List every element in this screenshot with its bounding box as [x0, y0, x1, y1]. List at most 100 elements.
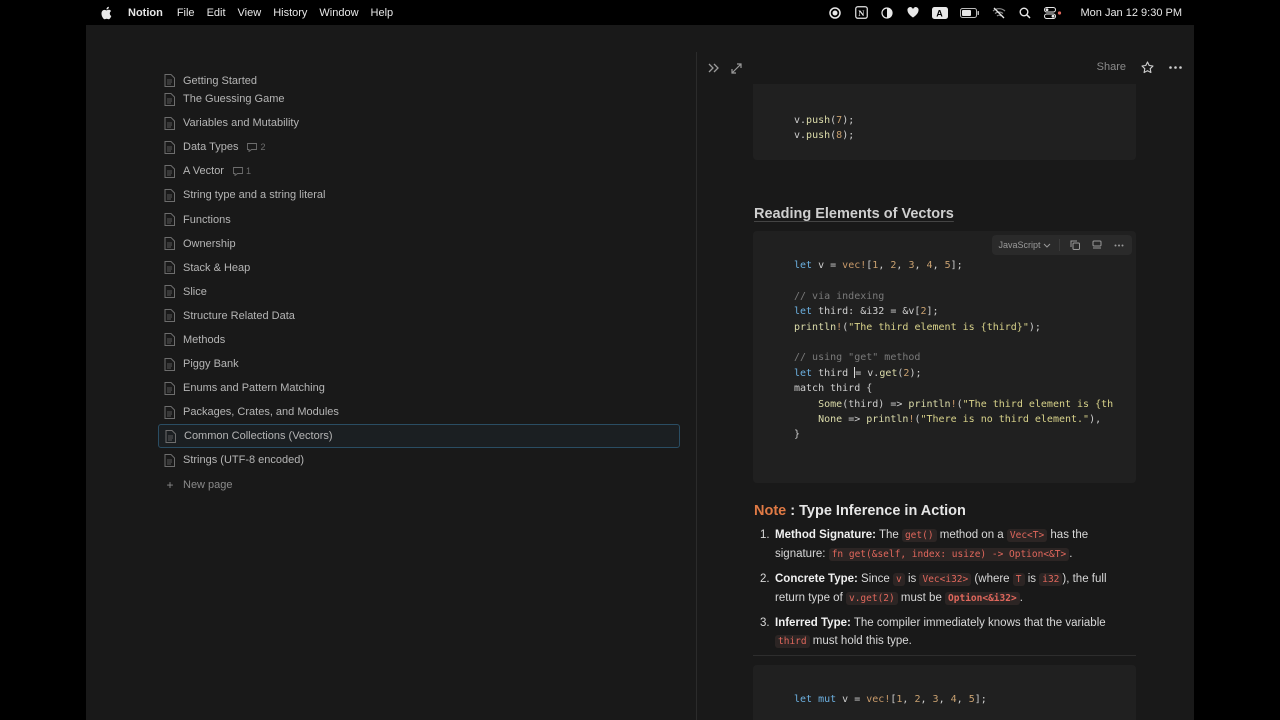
- menu-clock[interactable]: Mon Jan 12 9:30 PM: [1080, 7, 1182, 19]
- caption-icon[interactable]: [1090, 238, 1104, 252]
- apple-icon[interactable]: [100, 6, 114, 20]
- page-row[interactable]: A Vector 1: [158, 159, 680, 183]
- share-button[interactable]: Share: [1097, 61, 1126, 73]
- comment-count[interactable]: 1: [233, 166, 251, 176]
- page-icon: [164, 309, 176, 323]
- page-row[interactable]: Data Types 2: [158, 135, 680, 159]
- page-icon: [164, 92, 176, 106]
- page-row[interactable]: Methods: [158, 328, 680, 352]
- inline-code: fn get(&self, index: usize) -> Option<&T…: [828, 548, 1070, 561]
- page-row[interactable]: Variables and Mutability: [158, 111, 680, 135]
- section-heading[interactable]: Reading Elements of Vectors: [754, 206, 954, 222]
- page-label: The Guessing Game: [183, 93, 285, 106]
- note-accent: Note: [754, 503, 787, 519]
- page-icon: [164, 381, 176, 395]
- divider-line: [753, 655, 1136, 656]
- notion-icon[interactable]: N: [854, 6, 868, 20]
- page-row[interactable]: Getting Started: [158, 73, 680, 87]
- search-icon[interactable]: [1018, 6, 1032, 20]
- heart-icon[interactable]: [906, 6, 920, 20]
- toolbar-separator: [1059, 239, 1060, 251]
- page-row[interactable]: Enums and Pattern Matching: [158, 376, 680, 400]
- chevron-down-icon: [1043, 243, 1051, 248]
- menu-help[interactable]: Help: [371, 7, 394, 19]
- list-item[interactable]: 2. Concrete Type: Since v is Vec<i32> (w…: [760, 570, 1138, 608]
- list-item[interactable]: 1. Method Signature: The get() method on…: [760, 526, 1138, 564]
- more-icon[interactable]: [1112, 238, 1126, 252]
- page-label: Enums and Pattern Matching: [183, 382, 325, 395]
- menu-app-name[interactable]: Notion: [128, 7, 163, 19]
- menu-file[interactable]: File: [177, 7, 195, 19]
- menu-view[interactable]: View: [238, 7, 262, 19]
- inline-code: v.get(2): [845, 592, 898, 605]
- code-line: }: [794, 429, 801, 441]
- page-row[interactable]: Slice: [158, 280, 680, 304]
- inline-code: i32: [1039, 573, 1063, 586]
- page-row[interactable]: Stack & Heap: [158, 256, 680, 280]
- menu-edit[interactable]: Edit: [207, 7, 226, 19]
- svg-text:A: A: [937, 8, 944, 18]
- plus-icon: +: [166, 477, 174, 492]
- wifi-off-icon[interactable]: [992, 6, 1006, 20]
- inline-code: Vec<i32>: [919, 573, 972, 586]
- menu-window[interactable]: Window: [319, 7, 358, 19]
- more-icon[interactable]: [1168, 60, 1182, 74]
- page-icon: [165, 429, 177, 443]
- peek-panel: Share v.push(7); v.push(8); Reading Elem…: [697, 52, 1194, 720]
- page-icon: [164, 164, 176, 178]
- control-center-icon[interactable]: [1044, 6, 1062, 20]
- input-source-icon[interactable]: A: [932, 6, 949, 20]
- copy-icon[interactable]: [1068, 238, 1082, 252]
- note-heading[interactable]: Note : Type Inference in Action: [754, 503, 966, 519]
- code-toolbar: JavaScript: [992, 235, 1132, 255]
- code-line: let mut v = vec![1, 2, 3, 4, 5];: [794, 694, 987, 705]
- page-icon: [164, 73, 176, 87]
- page-row[interactable]: String type and a string literal: [158, 183, 680, 207]
- page-row[interactable]: The Guessing Game: [158, 87, 680, 111]
- contrast-icon[interactable]: [880, 6, 894, 20]
- svg-text:N: N: [858, 8, 865, 18]
- page-row-active[interactable]: Common Collections (Vectors): [158, 424, 680, 449]
- battery-icon[interactable]: [960, 6, 980, 20]
- page-label: Strings (UTF-8 encoded): [183, 454, 305, 467]
- page-icon: [164, 261, 176, 275]
- page-row[interactable]: Strings (UTF-8 encoded): [158, 448, 680, 472]
- page-label: Functions: [183, 213, 231, 226]
- double-chevron-right-icon[interactable]: [707, 61, 721, 75]
- code-line: v.push(8);: [794, 130, 855, 142]
- code-line: let third: &i32 = &v[2];: [794, 306, 939, 318]
- code-line: println!("The third element is {third}")…: [794, 321, 1041, 333]
- page-list-pane: Getting Started The Guessing Game Variab…: [86, 25, 696, 720]
- page-row[interactable]: Functions: [158, 207, 680, 231]
- page-row[interactable]: Piggy Bank: [158, 352, 680, 376]
- list-item[interactable]: 3. Inferred Type: The compiler immediate…: [760, 614, 1138, 651]
- code-line: let third = v.get(2);: [794, 366, 922, 379]
- page-row[interactable]: Structure Related Data: [158, 304, 680, 328]
- code-line: None => println!("There is no third elem…: [818, 413, 1102, 425]
- page-label: Methods: [183, 333, 226, 346]
- text-cursor: [854, 366, 856, 378]
- page-label: Stack & Heap: [183, 261, 251, 274]
- code-line: // via indexing: [794, 290, 885, 302]
- page-label: Piggy Bank: [183, 358, 239, 371]
- menu-bar: Notion File Edit View History Window Hel…: [0, 0, 1280, 25]
- record-icon[interactable]: [828, 6, 842, 20]
- new-page-button[interactable]: + New page: [158, 473, 680, 497]
- code-line: match third {: [794, 383, 873, 395]
- menu-history[interactable]: History: [273, 7, 307, 19]
- page-icon: [164, 140, 176, 154]
- star-icon[interactable]: [1140, 60, 1154, 74]
- code-block[interactable]: JavaScript let v = vec![1, 2, 3, 4, 5]; …: [753, 231, 1136, 483]
- language-selector[interactable]: JavaScript: [998, 240, 1051, 250]
- page-label: Data Types: [183, 141, 239, 154]
- code-block[interactable]: let mut v = vec![1, 2, 3, 4, 5]; let fir…: [753, 665, 1136, 720]
- page-label: Packages, Crates, and Modules: [183, 406, 339, 419]
- expand-icon[interactable]: [729, 61, 743, 75]
- page-icon: [164, 333, 176, 347]
- page-label: Getting Started: [183, 75, 257, 87]
- comment-count[interactable]: 2: [247, 142, 265, 152]
- inline-code: third: [775, 635, 810, 648]
- inline-code: get(): [901, 529, 937, 542]
- page-row[interactable]: Ownership: [158, 232, 680, 256]
- page-row[interactable]: Packages, Crates, and Modules: [158, 400, 680, 424]
